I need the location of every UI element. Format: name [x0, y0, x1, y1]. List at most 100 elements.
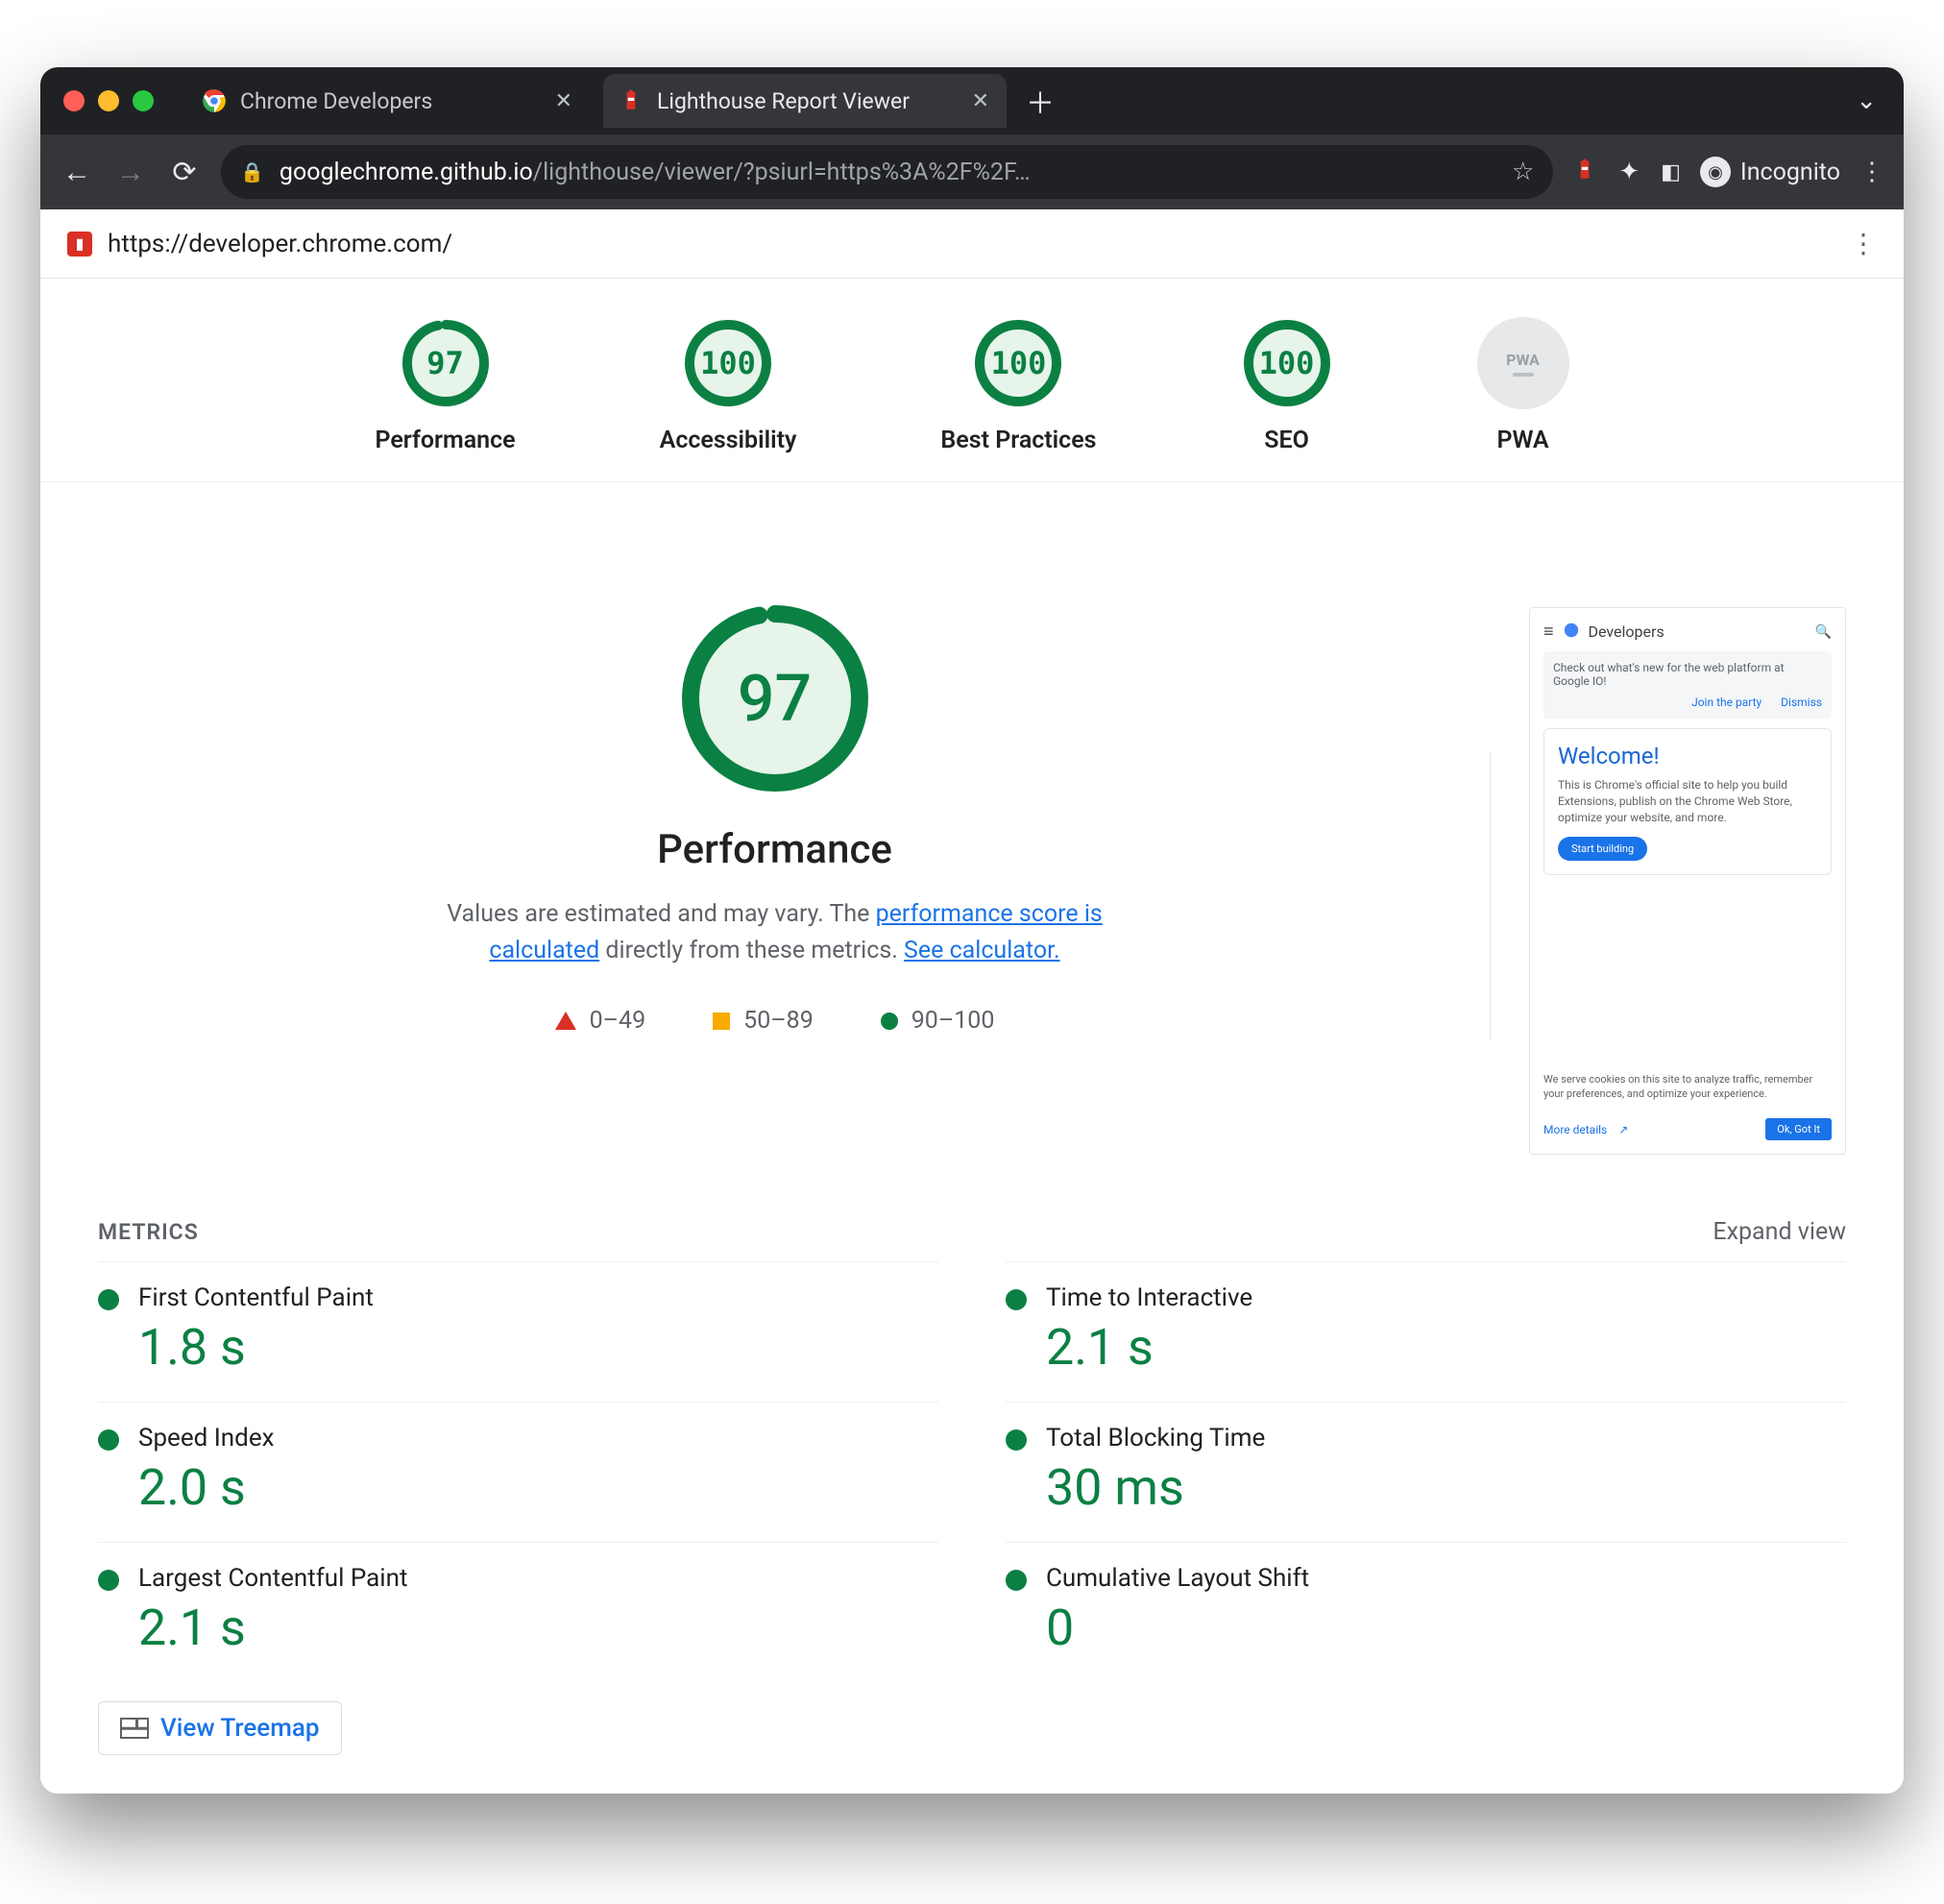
- gauge-label: SEO: [1264, 427, 1309, 454]
- metric-fcp: First Contentful Paint 1.8 s: [98, 1261, 938, 1402]
- address-bar[interactable]: 🔒 googlechrome.github.io/lighthouse/view…: [221, 145, 1553, 199]
- square-orange-icon: [713, 1013, 730, 1030]
- gauge-performance[interactable]: 97 Performance: [375, 317, 515, 454]
- score-legend: 0–49 50–89 90–100: [555, 1007, 995, 1035]
- new-tab-button[interactable]: ＋: [1026, 80, 1055, 122]
- screenshot-welcome-title: Welcome!: [1558, 743, 1817, 769]
- gauge-score: 97: [400, 317, 492, 409]
- metrics-heading: METRICS: [98, 1219, 199, 1245]
- gauge-seo[interactable]: 100 SEO: [1241, 317, 1333, 454]
- minimize-window-button[interactable]: [98, 90, 119, 111]
- view-treemap-button[interactable]: View Treemap: [98, 1701, 342, 1755]
- incognito-icon: ◉: [1700, 157, 1731, 187]
- circle-green-icon: [881, 1013, 898, 1030]
- back-button[interactable]: ←: [60, 156, 94, 189]
- lighthouse-extension-icon[interactable]: [1572, 158, 1597, 186]
- incognito-badge[interactable]: ◉ Incognito: [1700, 157, 1840, 187]
- performance-gauge-large: 97: [674, 598, 876, 799]
- lock-icon: 🔒: [240, 160, 264, 183]
- metric-name: Time to Interactive: [1046, 1283, 1252, 1312]
- treemap-icon: [120, 1718, 149, 1739]
- close-tab-icon[interactable]: ✕: [972, 89, 989, 113]
- see-calculator-link[interactable]: See calculator.: [904, 937, 1060, 964]
- performance-title: Performance: [657, 826, 892, 873]
- gauge-pwa[interactable]: PWA PWA: [1477, 317, 1569, 454]
- metric-name: Speed Index: [138, 1424, 275, 1452]
- performance-section: 97 Performance Values are estimated and …: [40, 482, 1904, 1193]
- close-tab-icon[interactable]: ✕: [555, 89, 572, 113]
- tab-strip: Chrome Developers ✕ Lighthouse Report Vi…: [40, 67, 1904, 134]
- metric-name: Cumulative Layout Shift: [1046, 1564, 1309, 1593]
- metric-si: Speed Index 2.0 s: [98, 1402, 938, 1542]
- metric-value: 2.1 s: [138, 1599, 407, 1657]
- screenshot-join-link: Join the party: [1691, 696, 1762, 709]
- gauge-label: Performance: [375, 427, 515, 454]
- url-host: googlechrome.github.io: [279, 159, 533, 186]
- forward-button[interactable]: →: [113, 156, 148, 189]
- search-icon: 🔍: [1815, 624, 1832, 640]
- screenshot-more-details: More details: [1543, 1123, 1607, 1136]
- expand-view-button[interactable]: Expand view: [1713, 1218, 1846, 1246]
- metric-tbt: Total Blocking Time30 ms: [1006, 1402, 1846, 1542]
- gauge-score: 100: [1241, 317, 1333, 409]
- tabs-menu-button[interactable]: ⌄: [1856, 86, 1877, 115]
- extensions-puzzle-icon[interactable]: ✦: [1618, 158, 1640, 186]
- gauge-label: Best Practices: [940, 427, 1096, 454]
- gauge-accessibility[interactable]: 100 Accessibility: [660, 317, 797, 454]
- gauge-score: 100: [972, 317, 1064, 409]
- triangle-red-icon: [555, 1012, 576, 1030]
- lighthouse-badge-icon: ▮: [67, 232, 92, 256]
- screenshot-brand: Developers: [1589, 622, 1665, 641]
- bookmark-star-icon[interactable]: ☆: [1512, 158, 1534, 186]
- gauge-label: Accessibility: [660, 427, 797, 454]
- status-dot-green-icon: [1006, 1429, 1027, 1451]
- tab-chrome-developers[interactable]: Chrome Developers ✕: [186, 74, 590, 128]
- performance-score: 97: [674, 598, 876, 799]
- tab-lighthouse-viewer[interactable]: Lighthouse Report Viewer ✕: [603, 74, 1007, 128]
- gauge-label: PWA: [1496, 427, 1548, 454]
- metric-value: 30 ms: [1046, 1458, 1265, 1517]
- gauge-score: 100: [682, 317, 774, 409]
- window-controls: [63, 90, 154, 111]
- reload-button[interactable]: ⟳: [167, 156, 202, 189]
- treemap-label: View Treemap: [160, 1714, 320, 1743]
- page-content: ▮ https://developer.chrome.com/ ⋮ 97 Per…: [40, 209, 1904, 1794]
- toolbar: ← → ⟳ 🔒 googlechrome.github.io/lighthous…: [40, 134, 1904, 209]
- status-dot-green-icon: [98, 1289, 119, 1310]
- gauge-best-practices[interactable]: 100 Best Practices: [940, 317, 1096, 454]
- lighthouse-icon: [619, 88, 644, 113]
- status-dot-green-icon: [1006, 1570, 1027, 1591]
- chrome-icon: [1564, 622, 1579, 642]
- category-gauges: 97 Performance 100 Accessibility 100 Bes…: [40, 279, 1904, 482]
- report-menu-button[interactable]: ⋮: [1850, 228, 1877, 259]
- screenshot-dismiss-link: Dismiss: [1781, 696, 1822, 709]
- screenshot-start-button: Start building: [1558, 837, 1647, 861]
- url-path: /lighthouse/viewer/?psiurl=https%3A%2F%2…: [533, 159, 1031, 186]
- close-window-button[interactable]: [63, 90, 85, 111]
- status-dot-green-icon: [98, 1429, 119, 1451]
- metric-name: First Contentful Paint: [138, 1283, 374, 1312]
- fullscreen-window-button[interactable]: [133, 90, 154, 111]
- screenshot-cookie-text: We serve cookies on this site to analyze…: [1543, 1073, 1832, 1101]
- pwa-icon: PWA: [1477, 317, 1569, 409]
- screenshot-banner-text: Check out what's new for the web platfor…: [1553, 661, 1822, 688]
- page-screenshot-thumbnail: ≡ Developers 🔍 Check out what's new for …: [1529, 607, 1846, 1155]
- metric-value: 2.1 s: [1046, 1318, 1252, 1377]
- reader-icon[interactable]: ◧: [1661, 160, 1681, 184]
- metric-lcp: Largest Contentful Paint2.1 s: [98, 1542, 938, 1682]
- screenshot-welcome-body: This is Chrome's official site to help y…: [1558, 777, 1817, 825]
- chrome-icon: [202, 88, 227, 113]
- browser-window: Chrome Developers ✕ Lighthouse Report Vi…: [40, 67, 1904, 1794]
- metric-value: 2.0 s: [138, 1458, 275, 1517]
- metric-value: 0: [1046, 1599, 1309, 1657]
- screenshot-ok-button: Ok, Got It: [1765, 1118, 1832, 1140]
- hamburger-icon: ≡: [1543, 622, 1554, 642]
- performance-description: Values are estimated and may vary. The p…: [429, 896, 1121, 968]
- status-dot-green-icon: [1006, 1289, 1027, 1310]
- metric-tti: Time to Interactive 2.1 s: [1006, 1261, 1846, 1402]
- external-link-icon: ↗: [1618, 1123, 1628, 1136]
- extension-icons: ✦ ◧: [1572, 158, 1681, 186]
- metric-cls: Cumulative Layout Shift 0: [1006, 1542, 1846, 1682]
- metric-value: 1.8 s: [138, 1318, 374, 1377]
- browser-menu-button[interactable]: ⋮: [1859, 158, 1884, 186]
